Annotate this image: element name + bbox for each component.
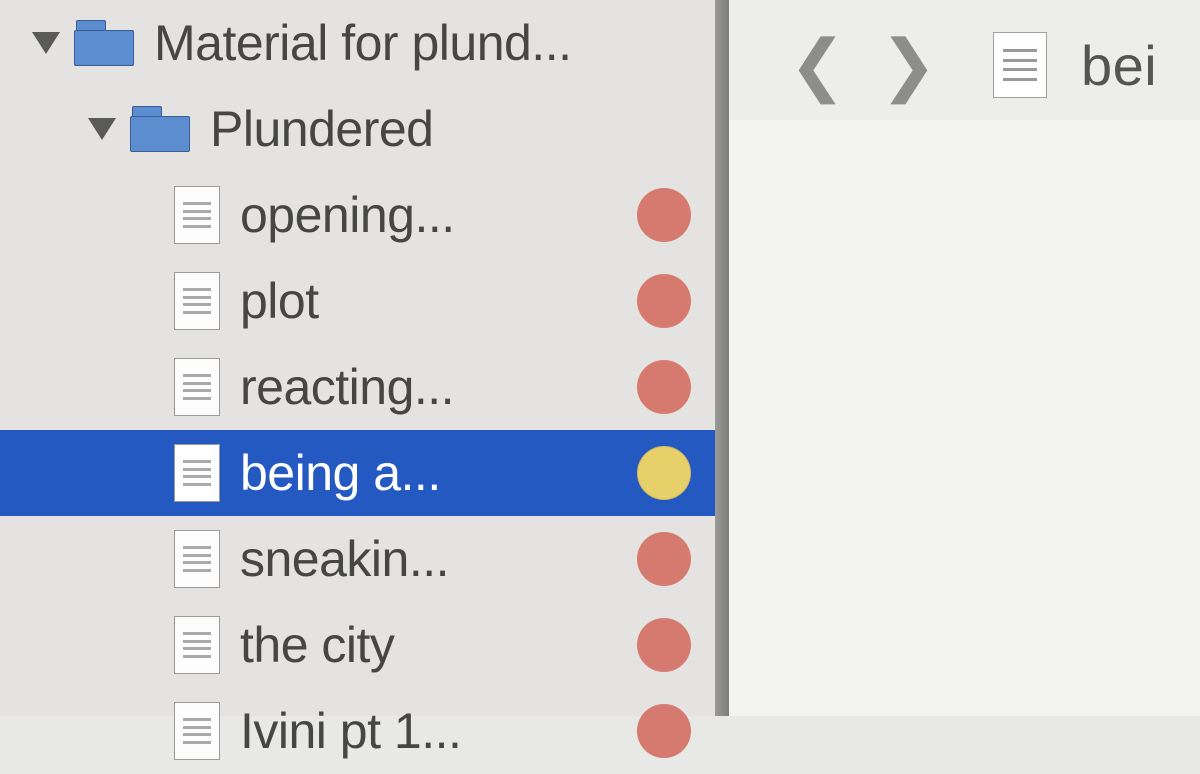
tree-item-label: the city bbox=[240, 616, 619, 674]
tree-item-label: Material for plund... bbox=[154, 14, 691, 72]
folder-icon bbox=[74, 20, 134, 66]
tree-item-label: sneakin... bbox=[240, 530, 619, 588]
status-dot-red bbox=[637, 532, 691, 586]
tree-item-label: plot bbox=[240, 272, 619, 330]
pane-divider[interactable] bbox=[715, 0, 729, 716]
editor-pane: ❮ ❯ bei bbox=[729, 0, 1200, 716]
disclosure-triangle-icon[interactable] bbox=[32, 32, 60, 54]
status-dot-red bbox=[637, 704, 691, 758]
document-icon bbox=[174, 702, 220, 760]
editor-body[interactable] bbox=[729, 120, 1200, 716]
document-icon bbox=[174, 358, 220, 416]
disclosure-triangle-icon[interactable] bbox=[88, 118, 116, 140]
tree-item-label: being a... bbox=[240, 444, 619, 502]
sidebar-item-6[interactable]: sneakin... bbox=[0, 516, 715, 602]
breadcrumb-title[interactable]: bei bbox=[1081, 33, 1157, 98]
sidebar-item-3[interactable]: plot bbox=[0, 258, 715, 344]
status-dot-red bbox=[637, 188, 691, 242]
document-icon bbox=[174, 444, 220, 502]
document-icon bbox=[174, 186, 220, 244]
folder-icon bbox=[130, 106, 190, 152]
sidebar-item-5[interactable]: being a... bbox=[0, 430, 715, 516]
status-dot-red bbox=[637, 618, 691, 672]
binder-sidebar: Material for plund... Plundered opening...… bbox=[0, 0, 715, 716]
sidebar-item-7[interactable]: the city bbox=[0, 602, 715, 688]
sidebar-item-2[interactable]: opening... bbox=[0, 172, 715, 258]
sidebar-folder-1[interactable]: Plundered bbox=[0, 86, 715, 172]
tree-item-label: Ivini pt 1... bbox=[240, 702, 619, 760]
status-dot-red bbox=[637, 274, 691, 328]
sidebar-item-4[interactable]: reacting... bbox=[0, 344, 715, 430]
tree-item-label: opening... bbox=[240, 186, 619, 244]
document-icon bbox=[174, 616, 220, 674]
tree-item-label: Plundered bbox=[210, 100, 691, 158]
editor-toolbar: ❮ ❯ bei bbox=[729, 0, 1200, 120]
tree-item-label: reacting... bbox=[240, 358, 619, 416]
status-dot-red bbox=[637, 360, 691, 414]
document-icon bbox=[174, 272, 220, 330]
sidebar-item-8[interactable]: Ivini pt 1... bbox=[0, 688, 715, 774]
sidebar-folder-0[interactable]: Material for plund... bbox=[0, 0, 715, 86]
document-icon bbox=[993, 32, 1047, 98]
document-icon bbox=[174, 530, 220, 588]
nav-back-button[interactable]: ❮ bbox=[789, 26, 846, 105]
nav-forward-button[interactable]: ❯ bbox=[880, 26, 937, 105]
status-dot-yellow bbox=[637, 446, 691, 500]
